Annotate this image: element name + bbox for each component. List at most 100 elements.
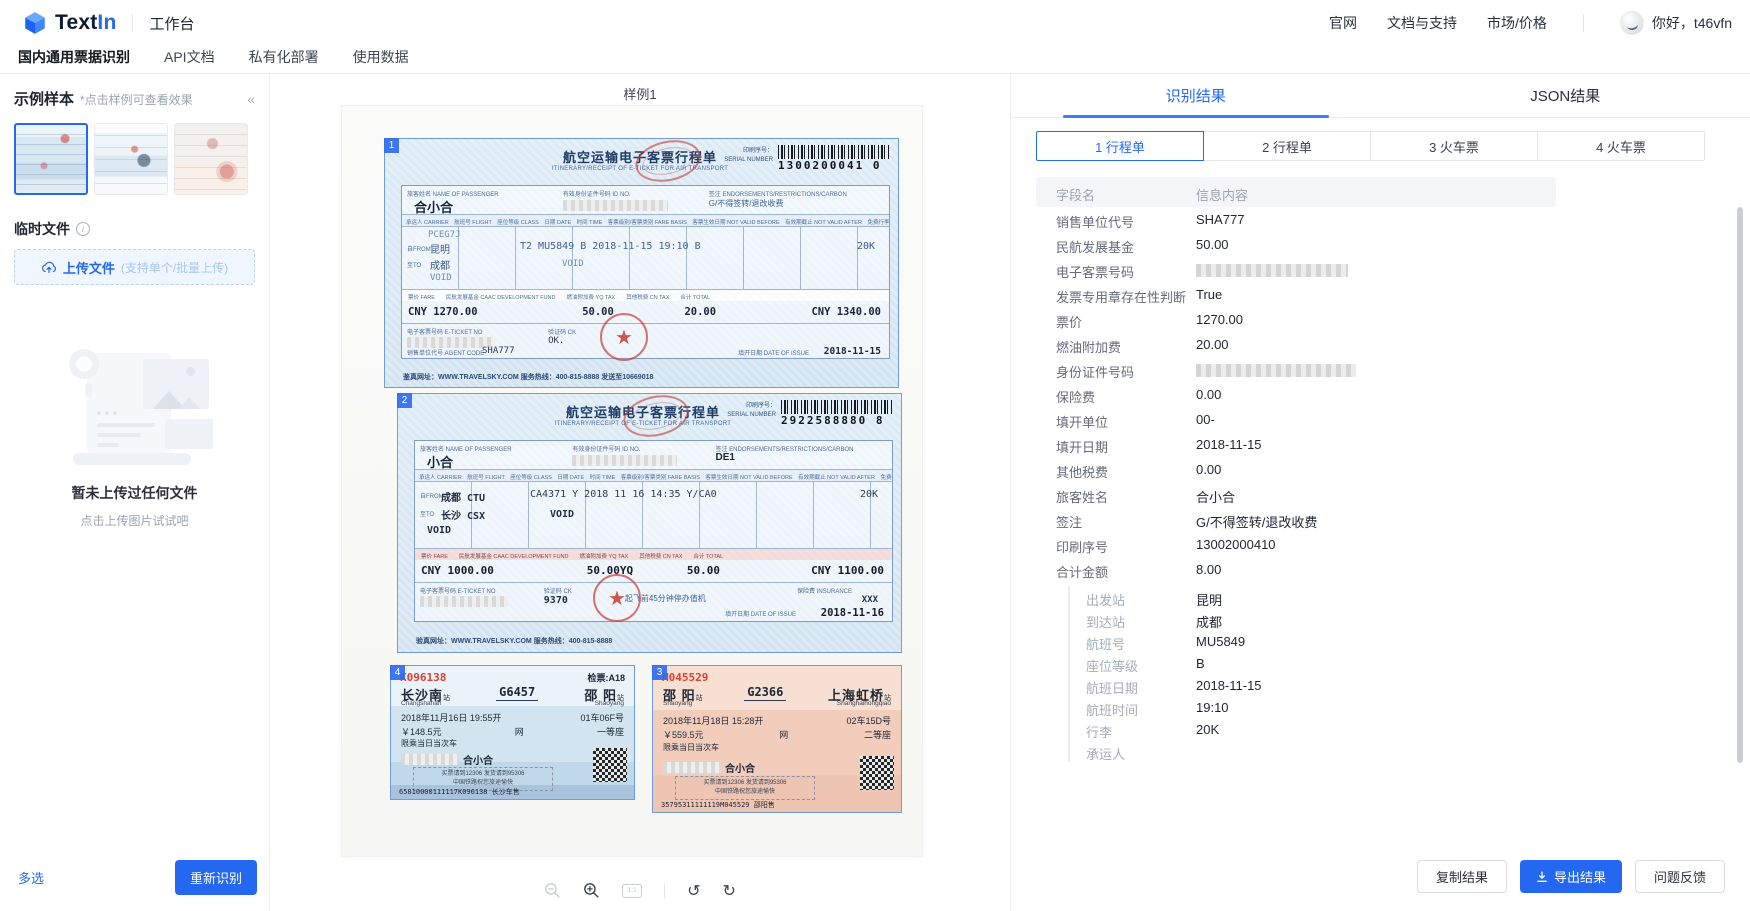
copy-result-button[interactable]: 复制结果 xyxy=(1417,860,1507,893)
table-row: 票价1270.00 xyxy=(1036,307,1556,332)
field-value: 8.00 xyxy=(1196,562,1221,577)
air2-insure: XXX xyxy=(862,595,878,605)
train4-to-pinyin: Shaoyang xyxy=(595,700,624,707)
air1-ck: OK. xyxy=(548,336,564,346)
air1-endorse: G/不得签转/退改收费 xyxy=(709,198,784,209)
tab-general-invoice-ocr[interactable]: 国内通用票据识别 xyxy=(18,47,130,67)
account-menu[interactable]: 你好，t46vfn xyxy=(1620,11,1732,35)
train4-check-gate: 检票:A18 xyxy=(587,671,625,684)
sample-thumbnail-2[interactable] xyxy=(94,123,168,195)
actual-size-icon[interactable]: 1:1 xyxy=(622,884,642,898)
tab-private-deploy[interactable]: 私有化部署 xyxy=(249,47,319,67)
air2-serial-label: 印刷序号： xyxy=(746,403,776,409)
export-result-button[interactable]: 导出结果 xyxy=(1520,860,1622,893)
subtab-train-3[interactable]: 3 火车票 xyxy=(1370,131,1538,161)
column-field-name: 字段名 xyxy=(1056,185,1095,204)
detected-region-air-ticket-1: 1 航空运输电子客票行程单 ITINERARY/RECEIPT OF E-TIC… xyxy=(384,138,899,388)
table-row: 合计金额8.00 xyxy=(1036,557,1556,582)
sidebar-collapse-icon[interactable]: « xyxy=(247,91,255,107)
nav-official-site[interactable]: 官网 xyxy=(1329,13,1357,33)
air2-fare-headers: 票价 FARE 民航发展基金 CAAC DEVELOPMENT FUND 燃油附… xyxy=(415,548,892,560)
air1-fund: 50.00 xyxy=(582,306,614,318)
table-header: 字段名 信息内容 xyxy=(1036,177,1556,207)
subtab-train-4[interactable]: 4 火车票 xyxy=(1537,131,1705,161)
air2-ck-label: 验证码 CK xyxy=(544,586,572,595)
field-value: 0.00 xyxy=(1196,462,1221,477)
table-row: 身份证件号码 xyxy=(1036,357,1556,382)
zoom-in-icon[interactable] xyxy=(583,882,600,899)
field-value: 00- xyxy=(1196,412,1215,427)
feedback-button[interactable]: 问题反馈 xyxy=(1635,860,1725,893)
rotate-right-icon[interactable]: ↻ xyxy=(723,883,736,899)
subtab-itinerary-2[interactable]: 2 行程单 xyxy=(1203,131,1371,161)
field-label: 其他税费 xyxy=(1056,462,1108,481)
table-subrow: 出发站昆明 xyxy=(1070,586,1556,608)
empty-state: 暂未上传过任何文件 点击上传图片试试吧 xyxy=(14,343,255,529)
rerecognize-button[interactable]: 重新识别 xyxy=(175,860,257,895)
samples-title: 示例样本 xyxy=(14,88,74,109)
tab-api-docs[interactable]: API文档 xyxy=(164,47,215,67)
air1-eticket-label: 电子客票号码 E-TICKET NO xyxy=(407,327,483,336)
redacted-value xyxy=(1196,364,1356,377)
field-label: 燃油附加费 xyxy=(1056,337,1121,356)
toolbar-divider xyxy=(664,883,665,899)
subfield-value: MU5849 xyxy=(1196,634,1245,649)
subfield-label: 航班号 xyxy=(1086,634,1125,653)
table-row: 印刷序号13002000410 xyxy=(1036,532,1556,557)
subfield-value: 19:10 xyxy=(1196,700,1229,715)
air1-column-headers: 承运人 CARRIER 航班号 FLIGHT 座位等级 CLASS 日期 DAT… xyxy=(402,214,889,227)
nav-docs-support[interactable]: 文档与支持 xyxy=(1387,13,1457,33)
train3-bottom-code: 35795311111119M045529 邵阳售 xyxy=(653,798,901,812)
train4-dash-line1: 买票请到12306 发货请到95306 xyxy=(441,771,524,777)
field-value: 合小合 xyxy=(1196,487,1235,506)
subfield-label: 到达站 xyxy=(1086,612,1125,631)
nav-market-pricing[interactable]: 市场/价格 xyxy=(1487,13,1547,33)
subfield-label: 出发站 xyxy=(1086,590,1125,609)
sample-thumbnail-3[interactable] xyxy=(174,123,248,195)
air1-serial-sub: SERIAL NUMBER xyxy=(724,157,773,163)
air2-column-headers: 承运人 CARRIER 航班号 FLIGHT 座位等级 CLASS 日期 DAT… xyxy=(415,469,892,482)
tab-recognition-result[interactable]: 识别结果 xyxy=(1011,74,1381,117)
field-label: 民航发展基金 xyxy=(1056,237,1134,256)
workspace-link[interactable]: 工作台 xyxy=(149,13,194,34)
tab-usage-data[interactable]: 使用数据 xyxy=(353,47,409,67)
field-label: 票价 xyxy=(1056,312,1082,331)
field-label: 保险费 xyxy=(1056,387,1095,406)
air2-void2: VOID xyxy=(550,509,574,520)
tab-json-result[interactable]: JSON结果 xyxy=(1381,74,1750,117)
header-divider-2 xyxy=(1583,14,1584,32)
info-icon[interactable]: i xyxy=(76,222,90,236)
textin-cube-icon xyxy=(22,10,48,36)
field-label: 发票专用章存在性判断 xyxy=(1056,287,1186,306)
results-scrollbar[interactable] xyxy=(1737,207,1743,763)
air2-allow: 20K xyxy=(860,489,878,500)
air1-fare: CNY 1270.00 xyxy=(408,306,478,318)
table-row: 发票专用章存在性判断 True xyxy=(1036,282,1556,307)
air1-agent-label: 销售单位代号 AGENT CODE xyxy=(407,348,484,357)
air2-serial-number: 2922588880 8 xyxy=(781,414,893,427)
app-window: TextIn 工作台 官网 文档与支持 市场/价格 你好，t46vfn 国内通用… xyxy=(0,0,1750,911)
upload-button[interactable]: 上传文件 (支持单个/批量上传) xyxy=(14,249,255,285)
region-badge-2: 2 xyxy=(397,393,412,408)
detected-region-train-ticket-4: 4 K096138 检票:A18 长沙南站 G6457 邵 阳站 Changsh… xyxy=(390,665,635,800)
zoom-out-icon[interactable] xyxy=(544,882,561,899)
table-subrow: 座位等级B xyxy=(1070,652,1556,674)
flight-subgroup: 出发站昆明 到达站成都 航班号MU5849 座位等级B 航班日期2018-11-… xyxy=(1068,586,1556,762)
multi-select-link[interactable]: 多选 xyxy=(18,868,44,887)
sample-thumbnail-1[interactable] xyxy=(14,123,88,195)
rotate-left-icon[interactable]: ↺ xyxy=(687,883,700,899)
results-panel: 识别结果 JSON结果 1 行程单 2 行程单 3 火车票 4 火车票 字段名 … xyxy=(1010,74,1750,911)
textin-logo[interactable]: TextIn xyxy=(22,10,116,36)
viewer-toolbar: 1:1 ↺ ↻ xyxy=(270,882,1010,899)
air1-id-redacted xyxy=(563,200,668,211)
air1-red-oval-stamp xyxy=(632,135,705,188)
field-value: True xyxy=(1196,287,1222,302)
train4-ticket-code: K096138 xyxy=(400,671,446,684)
secondary-nav: 国内通用票据识别 API文档 私有化部署 使用数据 xyxy=(0,46,1750,74)
field-label: 填开单位 xyxy=(1056,412,1108,431)
field-label: 旅客姓名 xyxy=(1056,487,1108,506)
air1-from-label: 自FROM xyxy=(407,244,431,253)
field-label: 签注 xyxy=(1056,512,1082,531)
air1-fare-headers: 票价 FARE 民航发展基金 CAAC DEVELOPMENT FUND 燃油附… xyxy=(402,289,889,301)
subtab-itinerary-1[interactable]: 1 行程单 xyxy=(1036,131,1204,161)
